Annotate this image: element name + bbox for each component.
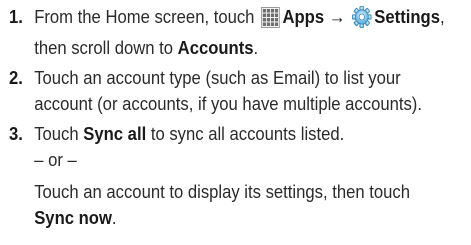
step-3-line-3: Touch an account to display its settings… [34, 181, 410, 202]
comma: , [439, 6, 445, 27]
or-separator: – or – [34, 148, 77, 170]
arrow-glyph: → [328, 6, 346, 27]
instruction-steps: 1. From the Home screen, touch Apps → Se… [0, 4, 471, 230]
step-3-line-1: Touch Sync all to sync all accounts list… [34, 121, 470, 147]
step-2-line-1: Touch an account type (such as Email) to… [34, 67, 401, 88]
step-number: 2. [9, 67, 23, 88]
accounts-label: Accounts [177, 36, 254, 58]
step-text: From the Home screen, touch [34, 6, 255, 27]
step-2: 2. Touch an account type (such as Email)… [0, 65, 471, 116]
document-page: 1. From the Home screen, touch Apps → Se… [0, 0, 471, 245]
step-1: 1. From the Home screen, touch Apps → Se… [0, 4, 471, 60]
step-text: then scroll down to [34, 36, 174, 58]
settings-gear-icon [351, 6, 372, 35]
period: . [111, 206, 117, 228]
step-text: Touch [34, 123, 79, 144]
apps-label: Apps [282, 6, 325, 27]
step-1-line-1: From the Home screen, touch Apps → Setti… [34, 4, 470, 35]
period: . [253, 36, 259, 58]
step-number: 3. [9, 123, 23, 144]
step-2-line-2: account (or accounts, if you have multip… [34, 92, 422, 114]
step-1-line-2: then scroll down to Accounts. [34, 35, 470, 61]
sync-now-label: Sync now [34, 206, 112, 228]
step-3-line-4: Sync now. [34, 205, 470, 231]
step-3: 3. Touch Sync all to sync all accounts l… [0, 121, 471, 230]
settings-label: Settings [374, 6, 440, 27]
sync-all-label: Sync all [83, 123, 147, 144]
step-text: to sync all accounts listed. [150, 123, 345, 144]
apps-grid-icon [260, 7, 280, 35]
step-number: 1. [9, 6, 23, 27]
